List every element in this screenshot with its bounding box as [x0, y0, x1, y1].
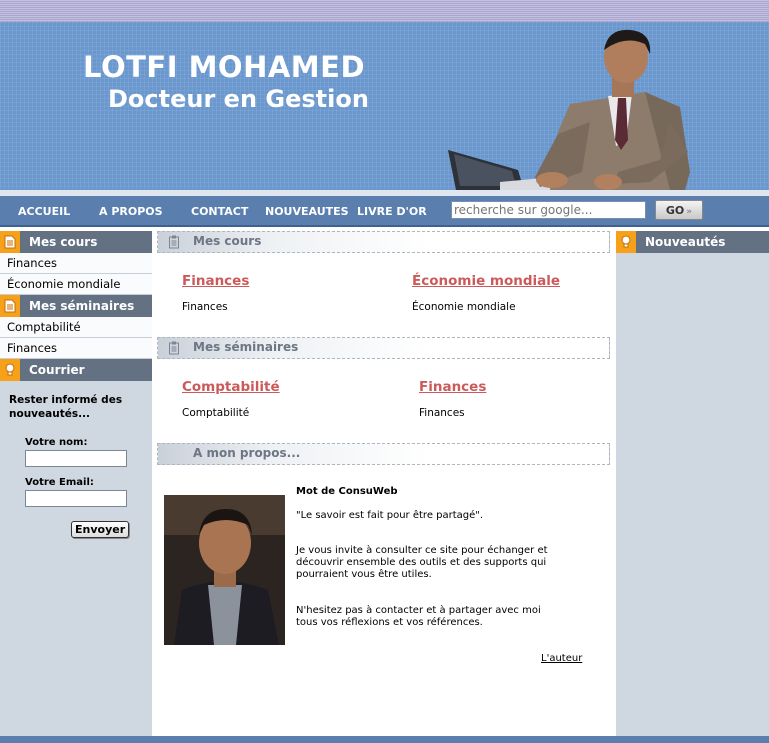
sidebar-item-economie-mondiale[interactable]: Économie mondiale — [0, 274, 152, 295]
about-heading: Mot de ConsuWeb — [296, 486, 398, 497]
courses-section-bar: Mes cours — [157, 231, 610, 253]
about-quote: "Le savoir est fait pour être partagé". — [296, 510, 484, 521]
author-photo — [164, 495, 285, 645]
sidebar-item-seminar-finances[interactable]: Finances — [0, 338, 152, 359]
seminars-heading-label: Mes séminaires — [29, 299, 135, 313]
course-desc-economie: Économie mondiale — [412, 301, 516, 313]
sidebar-item-finances[interactable]: Finances — [0, 253, 152, 274]
seminar-desc-finances: Finances — [419, 407, 465, 419]
about-section-title: A mon propos... — [193, 446, 301, 460]
nav-contact[interactable]: CONTACT — [191, 205, 248, 218]
email-label: Votre Email: — [25, 477, 94, 488]
seminars-section-bar: Mes séminaires — [157, 337, 610, 359]
document-icon — [0, 295, 20, 317]
courses-section-title: Mes cours — [193, 234, 262, 248]
mail-heading: Courrier — [0, 359, 152, 381]
clipboard-icon — [169, 341, 179, 355]
document-icon — [0, 231, 20, 253]
seminars-heading: Mes séminaires — [0, 295, 152, 317]
send-button[interactable]: Envoyer — [71, 521, 130, 538]
seminar-title-finances[interactable]: Finances — [419, 379, 486, 395]
mail-heading-label: Courrier — [29, 363, 85, 377]
main-nav: ACCUEIL A PROPOS CONTACT NOUVEAUTES LIVR… — [0, 196, 769, 227]
go-button[interactable]: GO» — [655, 200, 703, 220]
header-portrait-photo — [448, 29, 690, 190]
courses-heading-label: Mes cours — [29, 235, 98, 249]
go-label: GO — [665, 203, 685, 217]
email-field[interactable] — [25, 490, 127, 507]
course-desc-finances: Finances — [182, 301, 228, 313]
left-sidebar: Mes cours Finances Économie mondiale Mes… — [0, 231, 152, 736]
bottom-bar — [0, 736, 769, 743]
double-chevron-right-icon: » — [686, 206, 693, 217]
newsletter-intro: Rester informé des nouveautés... — [9, 394, 123, 420]
about-paragraph-2-line-2: tous vos réflexions et vos références. — [296, 617, 483, 628]
author-link[interactable]: L'auteur — [541, 653, 582, 664]
nav-livre-dor[interactable]: LIVRE D'OR — [357, 205, 427, 218]
name-label: Votre nom: — [25, 437, 88, 448]
seminar-desc-comptabilite: Comptabilité — [182, 407, 250, 419]
course-title-finances[interactable]: Finances — [182, 273, 249, 289]
lightbulb-icon — [0, 359, 20, 381]
news-heading-label: Nouveautés — [645, 235, 726, 249]
clipboard-icon — [169, 235, 179, 249]
site-subtitle: Docteur en Gestion — [108, 85, 369, 113]
google-search-input[interactable] — [451, 201, 646, 219]
top-stripe — [0, 0, 769, 22]
about-paragraph-1-line-1: Je vous invite à consulter ce site pour … — [296, 545, 548, 556]
seminars-section-title: Mes séminaires — [193, 340, 299, 354]
seminar-title-comptabilite[interactable]: Comptabilité — [182, 379, 280, 395]
main-content: Mes cours Finances Finances Économie mon… — [152, 231, 616, 736]
lightbulb-icon — [616, 231, 636, 253]
newsletter-form: Rester informé des nouveautés... Votre n… — [0, 381, 152, 538]
courses-heading: Mes cours — [0, 231, 152, 253]
name-field[interactable] — [25, 450, 127, 467]
about-paragraph-1-line-3: pourraient vous être utiles. — [296, 569, 432, 580]
course-title-economie[interactable]: Économie mondiale — [412, 273, 560, 289]
right-sidebar: Nouveautés — [616, 231, 769, 736]
site-title: LOTFI MOHAMED — [83, 50, 366, 84]
nav-nouveautes[interactable]: NOUVEAUTES — [265, 205, 349, 218]
about-paragraph-2-line-1: N'hesitez pas à contacter et à partager … — [296, 605, 541, 616]
news-heading: Nouveautés — [616, 231, 769, 253]
site-header: LOTFI MOHAMED Docteur en Gestion — [0, 22, 769, 190]
about-section-bar: A mon propos... — [157, 443, 610, 465]
about-paragraph-1-line-2: découvrir ensemble des outils et des sup… — [296, 557, 547, 568]
nav-accueil[interactable]: ACCUEIL — [18, 205, 70, 218]
nav-a-propos[interactable]: A PROPOS — [99, 205, 163, 218]
sidebar-item-comptabilite[interactable]: Comptabilité — [0, 317, 152, 338]
